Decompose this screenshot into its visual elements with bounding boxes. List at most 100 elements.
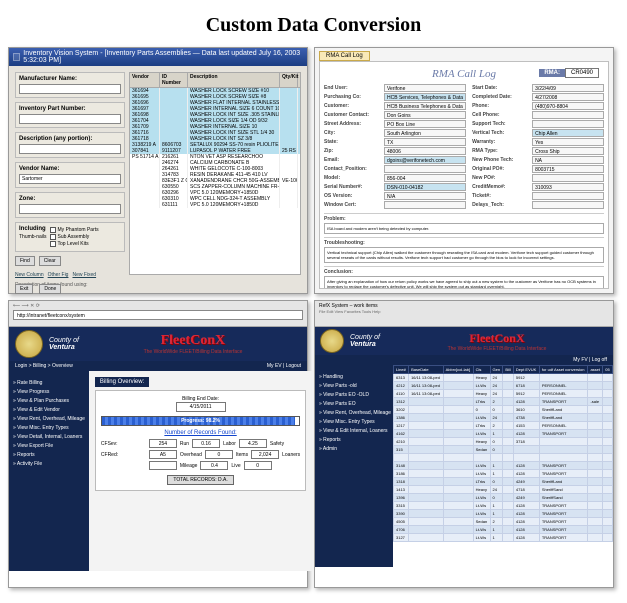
field-value[interactable]: 3/22/4/09 (532, 84, 604, 92)
table-row[interactable] (394, 454, 613, 462)
nav-item[interactable]: » View Export File (13, 443, 85, 449)
field-value[interactable]: DSN-010-04182 (384, 183, 466, 191)
field-value[interactable]: Chip Allen (532, 129, 604, 137)
rma-tab[interactable]: RMA Call Log (319, 51, 370, 61)
field-value[interactable]: dgoins@verifonetech.com (384, 156, 466, 164)
table-row[interactable]: 3127Lt-Ws14128TRANSPORT (394, 534, 613, 542)
nav-item[interactable]: » View & Edit Vendor (13, 407, 85, 413)
field-value[interactable]: HCB Business Telephones & Data (384, 102, 466, 110)
val-input[interactable] (200, 461, 228, 470)
col-header[interactable]: Line# (394, 366, 409, 374)
input-vendor[interactable] (19, 174, 121, 184)
val-input[interactable] (239, 439, 267, 448)
col-header[interactable]: Cls (473, 366, 490, 374)
input-description[interactable] (19, 144, 121, 154)
col-header[interactable]: ID Number (160, 73, 188, 87)
table-row[interactable]: 411016/11 13:08-pedHeavy245912PERSONNEL (394, 390, 613, 398)
clear-button[interactable]: Clear (39, 256, 61, 266)
section-text[interactable]: After giving an explanation of how our r… (324, 276, 604, 289)
table-row[interactable]: 1396Lt-Ws04249SheriffSand (394, 494, 613, 502)
field-value[interactable]: (480)970-8804 (532, 102, 604, 110)
nav-item[interactable]: » Reports (319, 437, 389, 443)
col-header[interactable]: Abbrv[col-lab] (443, 366, 473, 374)
field-value[interactable] (532, 174, 604, 182)
field-value[interactable] (532, 192, 604, 200)
nav-item[interactable]: » View Misc. Entry Types (13, 425, 85, 431)
field-value[interactable]: 48006 (384, 147, 466, 155)
chk-subassembly[interactable]: Sub Assembly (50, 234, 99, 240)
nav-item[interactable]: » Reports (13, 452, 85, 458)
field-value[interactable]: Yes (532, 138, 604, 146)
field-value[interactable]: 856-004 (384, 174, 466, 182)
val-input[interactable] (192, 439, 220, 448)
user-menu-2[interactable]: My FV | Log off (573, 357, 607, 363)
exit-button[interactable]: Exit (15, 284, 33, 294)
breadcrumb[interactable]: Login > Billing > Overview (15, 363, 73, 369)
table-row[interactable]: 421216/11 13:08-pedLt-Ws246718PERSONNEL (394, 382, 613, 390)
link-new-fixed[interactable]: New Fixed (72, 272, 96, 278)
field-value[interactable]: PO Box Line (384, 120, 466, 128)
field-value[interactable]: Don Goins (384, 111, 466, 119)
col-header[interactable]: asset (588, 366, 603, 374)
field-value[interactable]: TX (384, 138, 466, 146)
col-header[interactable]: BaseDate (409, 366, 444, 374)
nav-item[interactable]: » View Rent, Overhead, Mileage (13, 416, 85, 422)
field-value[interactable]: 4/27/2008 (532, 93, 604, 101)
col-header[interactable]: Gen (490, 366, 503, 374)
total-records-button[interactable]: TOTAL RECORDS: D.A. (167, 475, 233, 485)
table-row[interactable]: 4505Sedan24128TRANSPORT (394, 518, 613, 526)
field-value[interactable] (384, 201, 466, 209)
col-header[interactable]: for udf Asset conversion (539, 366, 588, 374)
table-row[interactable]: 631111VPC 5.0 120MEMORY+1850D (130, 202, 300, 208)
field-value[interactable]: 310093 (532, 183, 604, 191)
records-found-link[interactable]: Number of Records Found: (101, 430, 300, 436)
val-input[interactable] (205, 450, 233, 459)
val-input[interactable] (149, 439, 177, 448)
field-value[interactable] (384, 165, 466, 173)
field-value[interactable]: HCB Services, Telephones & Data (384, 93, 466, 101)
table-row[interactable]: 4706Lt-Ws14128TRANSPORT (394, 526, 613, 534)
user-menu[interactable]: My EV | Logout (267, 363, 301, 369)
table-row[interactable]: 3390Lt-Ws14128TRANSPORT (394, 510, 613, 518)
field-value[interactable]: South Arlington (384, 129, 466, 137)
menubar-2[interactable]: File Edit View Favorites Tools Help (319, 309, 609, 314)
col-header[interactable]: Dept EVUK (513, 366, 539, 374)
col-header[interactable]: Bill (503, 366, 514, 374)
section-text[interactable]: ISA board and modem aren't being detecte… (324, 223, 604, 234)
table-row[interactable]: 3202003610SheriffLand (394, 406, 613, 414)
table-row[interactable]: 3315Lt-Ws14128TRANSPORT (394, 502, 613, 510)
table-row[interactable]: 631316/11 13:08-pedHeavy245912 (394, 374, 613, 382)
find-button[interactable]: Find (15, 256, 35, 266)
col-header[interactable]: Vendor (130, 73, 160, 87)
nav-item[interactable]: » View Parts EO (319, 401, 389, 407)
link-new-column[interactable]: New Column (15, 272, 44, 278)
table-row[interactable]: 1312LTrks24128TRANSPORT-sale (394, 398, 613, 406)
nav-item[interactable]: » Handling (319, 374, 389, 380)
field-value[interactable]: NA (532, 156, 604, 164)
nav-item[interactable]: » View Rent, Overhead, Mileage (319, 410, 389, 416)
table-row[interactable]: 3186Lt-Ws14128TRANSPORT (394, 470, 613, 478)
chk-phantom[interactable]: My Phantom Parts (50, 227, 99, 233)
table-row[interactable]: 3148Lt-Ws14128TRANSPORT (394, 462, 613, 470)
field-value[interactable]: Cross Ship (532, 147, 604, 155)
table-row[interactable]: 4210Heavy03718 (394, 438, 613, 446)
link-other-fig[interactable]: Other Fig (48, 272, 69, 278)
val-input[interactable] (251, 450, 279, 459)
input-manufacturer[interactable] (19, 84, 121, 94)
field-value[interactable] (532, 111, 604, 119)
col-header[interactable]: Qty/Kit (280, 73, 298, 87)
nav-item[interactable]: » View Detail, Internal, Loaners (13, 434, 85, 440)
col-header[interactable]: 05 (603, 366, 613, 374)
table-row[interactable]: 315Sedan0 (394, 446, 613, 454)
field-value[interactable]: N/A (384, 192, 466, 200)
table-row[interactable]: 1217LTrks24153PERSONNEL (394, 422, 613, 430)
nav-item[interactable]: » Rate Billing (13, 380, 85, 386)
nav-item[interactable]: » View Misc. Entry Types (319, 419, 389, 425)
input-zone[interactable] (19, 204, 121, 214)
chk-toplevel[interactable]: Top Level Kits (50, 241, 99, 247)
nav-item[interactable]: » View Parts EO -OLD (319, 392, 389, 398)
nav-item[interactable]: » View Parts -old (319, 383, 389, 389)
nav-item[interactable]: » View Progress (13, 389, 85, 395)
col-header[interactable]: Description (188, 73, 280, 87)
field-value[interactable]: 8003715 (532, 165, 604, 173)
